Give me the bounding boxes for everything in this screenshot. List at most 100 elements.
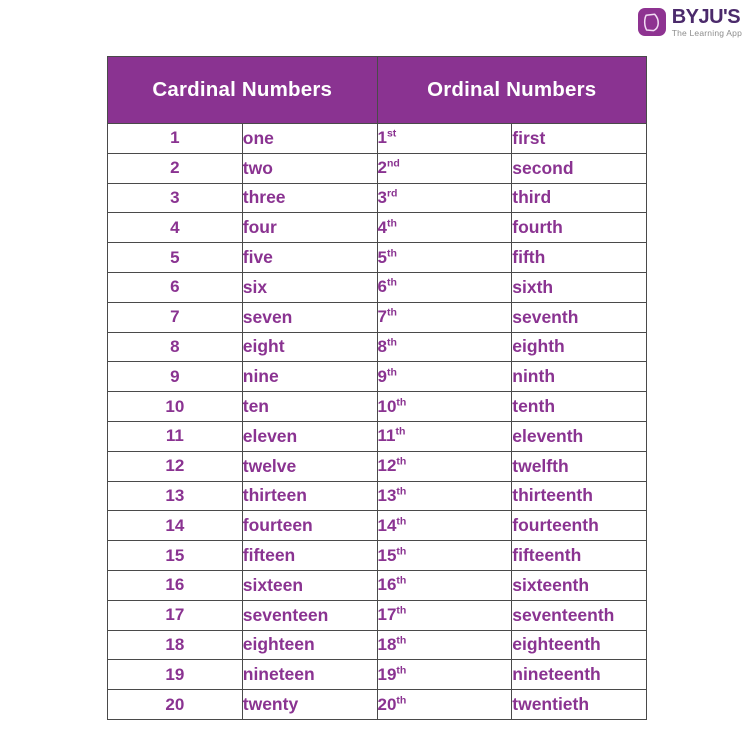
ordinal-suffix: th bbox=[386, 276, 397, 289]
ordinal-number-value: 18 bbox=[377, 634, 397, 654]
cardinal-number-cell: 20 bbox=[107, 689, 243, 720]
table-row: 18 eighteen 18th eighteenth bbox=[107, 629, 647, 661]
ordinal-suffix: th bbox=[396, 693, 407, 706]
ordinal-number-value: 7 bbox=[377, 307, 387, 327]
brand-name: BYJU'S bbox=[671, 6, 741, 28]
ordinal-number-value: 16 bbox=[377, 575, 397, 595]
table-row: 4 four 4th fourth bbox=[107, 212, 647, 244]
cardinal-number-cell: 14 bbox=[107, 510, 243, 542]
ordinal-suffix: rd bbox=[386, 187, 398, 200]
table-header-row: Cardinal Numbers Ordinal Numbers bbox=[107, 56, 647, 124]
ordinal-word-cell: twelfth bbox=[511, 450, 647, 482]
ordinal-number-value: 14 bbox=[377, 515, 397, 535]
cardinal-word-cell: two bbox=[241, 152, 378, 184]
ordinal-suffix: st bbox=[386, 127, 397, 140]
ordinal-suffix: th bbox=[396, 664, 407, 677]
table-row: 6 six 6th sixth bbox=[107, 271, 647, 303]
numbers-table-container: Cardinal Numbers Ordinal Numbers 1 one 1st… bbox=[107, 56, 647, 720]
cardinal-number-cell: 11 bbox=[107, 420, 243, 452]
table-row: 2 two 2nd second bbox=[107, 152, 647, 184]
table-row: 15 fifteen 15th fifteenth bbox=[107, 540, 647, 571]
byjus-wordmark: BYJU'S The Learning App bbox=[672, 7, 742, 38]
cardinal-number-cell: 9 bbox=[107, 361, 243, 393]
table-row: 3 three 3rd third bbox=[107, 182, 647, 214]
ordinal-number-value: 6 bbox=[377, 277, 387, 297]
ordinal-suffix: th bbox=[396, 604, 407, 617]
ordinal-word-cell: seventeenth bbox=[511, 599, 647, 631]
table-row: 17 seventeen 17th seventeenth bbox=[107, 599, 647, 631]
cardinal-word-cell: nineteen bbox=[241, 659, 378, 691]
ordinal-number-cell: 11th bbox=[376, 420, 513, 452]
cardinal-word-cell: one bbox=[241, 123, 378, 154]
cardinal-number-cell: 16 bbox=[107, 569, 243, 601]
ordinal-word-cell: twentieth bbox=[511, 689, 647, 720]
cardinal-word-cell: ten bbox=[241, 391, 378, 422]
ordinal-word-cell: third bbox=[511, 182, 647, 214]
cardinal-number-cell: 5 bbox=[107, 242, 243, 273]
ordinal-number-cell: 3rd bbox=[376, 182, 513, 214]
table-row: 5 five 5th fifth bbox=[107, 242, 647, 273]
ordinal-number-value: 2 bbox=[377, 158, 387, 178]
ordinal-word-cell: fourth bbox=[511, 212, 647, 244]
ordinal-number-cell: 1st bbox=[376, 123, 513, 154]
table-row: 13 thirteen 13th thirteenth bbox=[107, 480, 647, 512]
cardinal-number-cell: 1 bbox=[107, 123, 243, 154]
cardinal-number-cell: 15 bbox=[107, 540, 243, 571]
ordinal-word-cell: fifteenth bbox=[511, 540, 647, 571]
ordinal-number-cell: 19th bbox=[376, 659, 513, 691]
ordinal-word-cell: seventh bbox=[511, 301, 647, 333]
cardinal-word-cell: eighteen bbox=[241, 629, 378, 661]
ordinal-number-cell: 8th bbox=[376, 331, 513, 363]
byjus-logo: BYJU'S The Learning App bbox=[637, 7, 742, 38]
ordinal-suffix: th bbox=[386, 246, 397, 259]
ordinal-number-value: 4 bbox=[377, 217, 387, 237]
cardinal-number-cell: 19 bbox=[107, 659, 243, 691]
cardinal-number-cell: 18 bbox=[107, 629, 243, 661]
cardinal-number-cell: 10 bbox=[107, 391, 243, 422]
cardinal-number-cell: 6 bbox=[107, 271, 243, 303]
ordinal-number-cell: 6th bbox=[376, 271, 513, 303]
ordinal-number-value: 8 bbox=[377, 336, 387, 356]
cardinal-number-cell: 7 bbox=[107, 301, 243, 333]
table-row: 16 sixteen 16th sixteenth bbox=[107, 569, 647, 601]
ordinal-number-cell: 15th bbox=[376, 540, 513, 571]
table-row: 14 fourteen 14th fourteenth bbox=[107, 510, 647, 542]
table-row: 11 eleven 11th eleventh bbox=[107, 420, 647, 452]
ordinal-number-value: 19 bbox=[377, 664, 397, 684]
ordinal-suffix: th bbox=[395, 425, 406, 438]
ordinal-suffix: th bbox=[396, 574, 407, 587]
ordinal-number-cell: 9th bbox=[376, 361, 513, 393]
cardinal-word-cell: sixteen bbox=[241, 569, 378, 601]
ordinal-suffix: th bbox=[396, 455, 407, 468]
byjus-book-icon bbox=[637, 8, 666, 37]
ordinal-number-cell: 2nd bbox=[376, 152, 513, 184]
ordinal-number-value: 17 bbox=[377, 605, 397, 625]
table-row: 12 twelve 12th twelfth bbox=[107, 450, 647, 482]
cardinal-word-cell: twelve bbox=[241, 450, 378, 482]
cardinal-word-cell: five bbox=[241, 242, 378, 273]
ordinal-suffix: th bbox=[396, 485, 407, 498]
ordinal-word-cell: sixth bbox=[511, 271, 647, 303]
ordinal-number-cell: 7th bbox=[376, 301, 513, 333]
ordinal-number-cell: 5th bbox=[376, 242, 513, 273]
ordinal-suffix: th bbox=[396, 395, 407, 408]
ordinal-word-cell: eleventh bbox=[511, 420, 647, 452]
ordinal-suffix: th bbox=[396, 634, 407, 647]
ordinal-number-cell: 14th bbox=[376, 510, 513, 542]
ordinal-number-cell: 13th bbox=[376, 480, 513, 512]
table-row: 10 ten 10th tenth bbox=[107, 391, 647, 422]
ordinal-suffix: th bbox=[386, 217, 397, 230]
ordinal-number-cell: 4th bbox=[376, 212, 513, 244]
ordinal-number-value: 3 bbox=[377, 187, 387, 207]
ordinal-word-cell: first bbox=[511, 123, 647, 154]
ordinal-suffix: nd bbox=[386, 157, 400, 170]
ordinal-number-value: 20 bbox=[377, 694, 397, 714]
cardinal-number-cell: 17 bbox=[107, 599, 243, 631]
ordinal-number-value: 5 bbox=[377, 247, 387, 267]
cardinal-word-cell: four bbox=[241, 212, 378, 244]
ordinal-suffix: th bbox=[396, 544, 407, 557]
table-row: 7 seven 7th seventh bbox=[107, 301, 647, 333]
ordinal-number-value: 11 bbox=[377, 426, 396, 446]
ordinal-suffix: th bbox=[396, 515, 407, 528]
ordinal-word-cell: ninth bbox=[511, 361, 647, 393]
